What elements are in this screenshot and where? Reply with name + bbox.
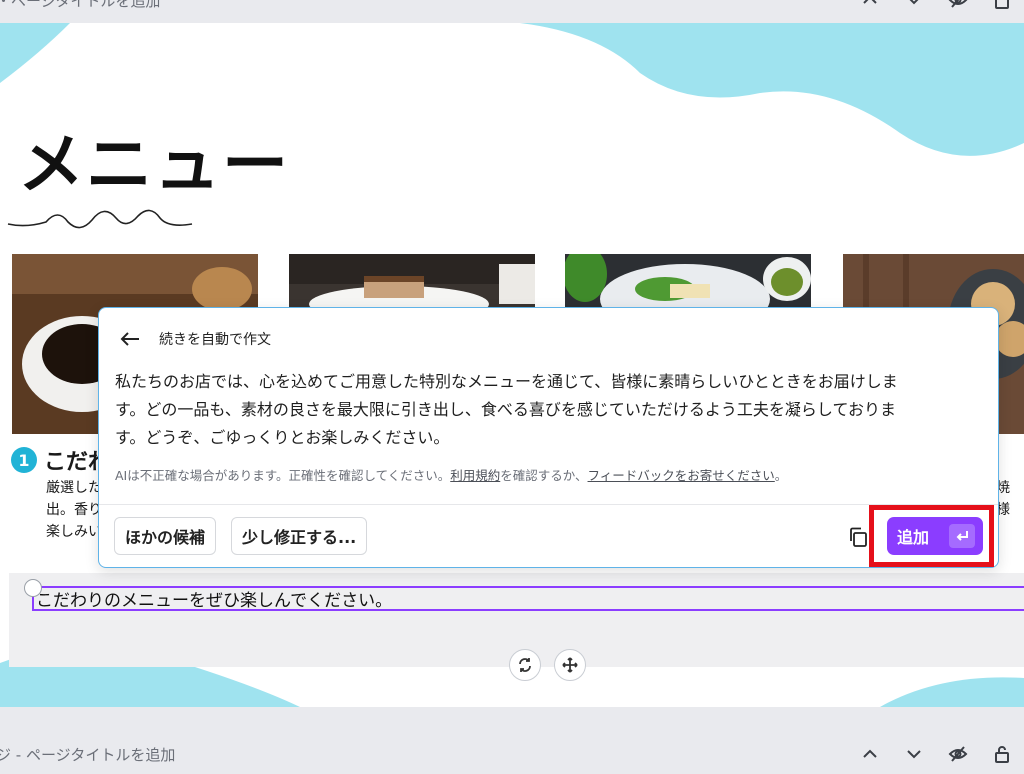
add-button[interactable]: 追加 <box>887 517 983 555</box>
page-heading[interactable]: メニュー <box>18 111 290 207</box>
lock-icon[interactable] <box>980 734 1024 774</box>
chevron-down-icon[interactable] <box>892 734 936 774</box>
hide-eye-icon[interactable] <box>936 0 980 20</box>
generated-text-line: す。どの一品も、素材の良さを最大限に引き出し、食べる喜びを感じていただけるよう工… <box>115 400 896 419</box>
selected-text[interactable]: こだわりのメニューをぜひ楽しんでください。 <box>36 586 392 611</box>
move-icon <box>562 657 578 673</box>
page-header-bottom: ジ - ページタイトルを追加 <box>0 734 1024 774</box>
lock-icon[interactable] <box>980 0 1024 20</box>
back-button[interactable] <box>117 326 143 352</box>
chevron-down-icon[interactable] <box>892 0 936 20</box>
item-text-line[interactable]: 楽しみい <box>46 521 102 543</box>
chevron-up-icon[interactable] <box>848 0 892 20</box>
squiggle-decoration <box>7 209 193 229</box>
magic-write-panel: 続きを自動で作文 私たちのお店では、心を込めてご用意した特別なメニューを通じて、… <box>98 307 999 568</box>
selection-handle[interactable] <box>24 579 42 597</box>
other-candidates-button[interactable]: ほかの候補 <box>114 517 217 555</box>
rotate-icon <box>519 658 531 672</box>
move-button[interactable] <box>554 649 586 681</box>
copy-icon <box>850 527 867 547</box>
enter-key-icon <box>949 524 975 548</box>
panel-divider <box>99 504 998 505</box>
page-title-top[interactable]: ・ページタイトルを追加 <box>0 0 160 11</box>
chevron-up-icon[interactable] <box>848 734 892 774</box>
panel-header: 続きを自動で作文 <box>117 326 271 352</box>
hide-eye-icon[interactable] <box>936 734 980 774</box>
item-text-line[interactable]: 出。香り <box>46 499 102 521</box>
disclaimer-middle: を確認するか、 <box>500 468 588 483</box>
terms-link[interactable]: 利用規約 <box>450 468 500 483</box>
item-text-line[interactable]: 厳選した <box>46 477 102 499</box>
page-header-top: ・ページタイトルを追加 <box>0 0 1024 20</box>
generated-text: 私たちのお店では、心を込めてご用意した特別なメニューを通じて、皆様に素晴らしいひ… <box>115 368 975 452</box>
back-arrow-icon <box>120 332 139 346</box>
panel-title: 続きを自動で作文 <box>159 332 271 348</box>
feedback-link[interactable]: フィードバックをお寄せください <box>588 468 775 483</box>
page-title-bottom[interactable]: ジ - ページタイトルを追加 <box>0 744 175 765</box>
add-button-label: 追加 <box>897 528 930 547</box>
generated-text-line: す。どうぞ、ごゆっくりとお楽しみください。 <box>115 428 450 447</box>
generated-text-line: 私たちのお店では、心を込めてご用意した特別なメニューを通じて、皆様に素晴らしいひ… <box>115 372 898 391</box>
rotate-button[interactable] <box>509 649 541 681</box>
item-number-badge: 1 <box>11 447 37 473</box>
revise-button[interactable]: 少し修正する... <box>231 517 368 555</box>
page-controls-top <box>848 0 1024 20</box>
page-controls-bottom <box>848 734 1024 774</box>
disclaimer-suffix: 。 <box>774 468 788 483</box>
ai-disclaimer: AIは不正確な場合があります。正確性を確認してください。利用規約を確認するか、フ… <box>115 465 787 484</box>
disclaimer-prefix: AIは不正確な場合があります。正確性を確認してください。 <box>115 468 451 483</box>
